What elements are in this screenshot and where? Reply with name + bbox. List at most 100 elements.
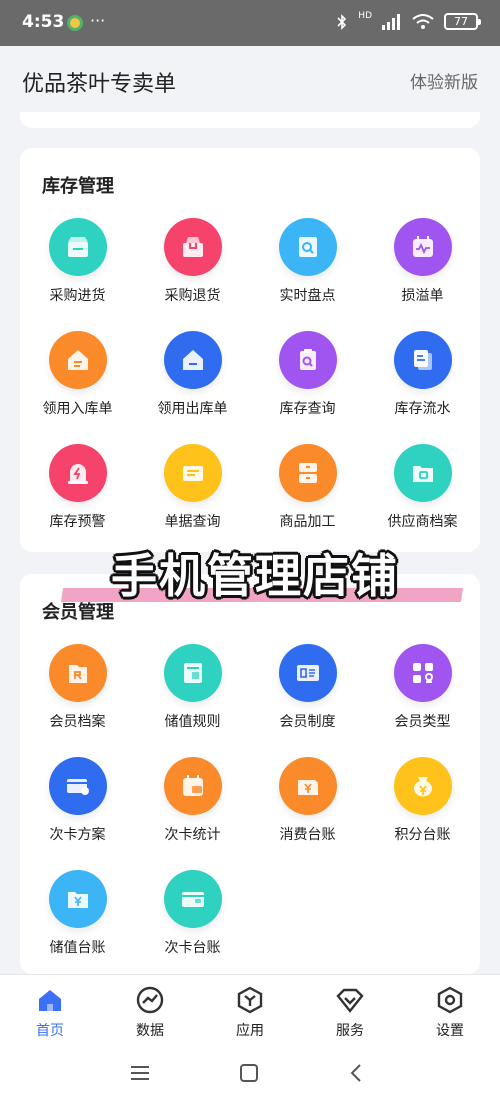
- calendar-card-icon: [163, 757, 222, 815]
- clipboard-search-icon: [278, 331, 337, 389]
- inventory-item-label: 采购进货: [49, 288, 106, 304]
- house-in-icon: [48, 331, 107, 389]
- settings-icon: [437, 986, 463, 1014]
- member-item-tile[interactable]: 会员类型: [365, 644, 480, 757]
- member-item-label: 次卡台账: [164, 940, 221, 956]
- inventory-item-label: 实时盘点: [279, 288, 336, 304]
- menu-icon[interactable]: [128, 1062, 152, 1084]
- calendar-wave-icon: [393, 218, 452, 276]
- inventory-item-label: 领用出库单: [157, 401, 228, 417]
- tab-label: 首页: [36, 1023, 64, 1039]
- member-item-tile[interactable]: 积分台账: [365, 757, 480, 870]
- folder-yen-icon: [48, 870, 107, 928]
- promo-banner: 手机管理店铺: [40, 540, 470, 610]
- member-item-label: 会员档案: [49, 714, 106, 730]
- inventory-item-tile[interactable]: 领用入库单: [20, 331, 135, 444]
- inventory-title: 库存管理: [42, 176, 114, 197]
- alarm-icon: [48, 444, 107, 502]
- inventory-item-label: 库存预警: [49, 514, 106, 530]
- member-item-label: 会员制度: [279, 714, 336, 730]
- inventory-item-label: 损溢单: [401, 288, 444, 304]
- apps-icon: [237, 986, 263, 1014]
- bottom-tab-bar: 首页 数据 应用 服务 设置: [0, 974, 500, 1048]
- card-icon: [48, 757, 107, 815]
- house-out-icon: [163, 331, 222, 389]
- inspect-box-icon: [278, 218, 337, 276]
- service-icon: [336, 988, 364, 1013]
- box-in-icon: [48, 218, 107, 276]
- inventory-item-label: 库存流水: [394, 401, 451, 417]
- home-icon: [39, 990, 61, 1011]
- grid-user-icon: [393, 644, 452, 702]
- more-notifications: ···: [90, 11, 106, 30]
- page-title: 优品茶叶专卖单: [22, 72, 177, 97]
- inventory-item-label: 采购退货: [164, 288, 221, 304]
- inventory-grid: 采购进货 采购退货 实时盘点 损溢单领用入库单 领用出库单 库存查询 库存流水库存预警 单据查…: [20, 218, 480, 557]
- inventory-item-label: 库存查询: [279, 401, 336, 417]
- tab-label: 应用: [236, 1023, 264, 1039]
- wallet-yen-icon: [278, 757, 337, 815]
- inventory-item-label: 商品加工: [279, 514, 336, 530]
- back-icon[interactable]: [345, 1062, 369, 1084]
- member-item-label: 储值台账: [49, 940, 106, 956]
- app-header: 优品茶叶专卖单 体验新版: [0, 46, 500, 116]
- chart-icon: [136, 986, 164, 1014]
- id-card-icon: [278, 644, 337, 702]
- tab-settings[interactable]: 设置: [400, 975, 500, 1048]
- member-item-tile[interactable]: 次卡统计: [135, 757, 250, 870]
- inventory-item-label: 供应商档案: [387, 514, 458, 530]
- member-item-label: 会员类型: [394, 714, 451, 730]
- member-item-tile[interactable]: 次卡台账: [135, 870, 250, 983]
- system-nav-bar: [0, 1048, 500, 1097]
- member-item-label: 次卡统计: [164, 827, 221, 843]
- inventory-item-tile[interactable]: 损溢单: [365, 218, 480, 331]
- member-item-tile[interactable]: 会员制度: [250, 644, 365, 757]
- tab-chart[interactable]: 数据: [100, 975, 200, 1048]
- tab-label: 设置: [436, 1023, 464, 1039]
- member-item-label: 消费台账: [279, 827, 336, 843]
- member-item-tile[interactable]: 会员档案: [20, 644, 135, 757]
- coin-bag-icon: [393, 757, 452, 815]
- home-square-icon[interactable]: [237, 1062, 261, 1084]
- member-item-label: 次卡方案: [49, 827, 106, 843]
- member-item-tile[interactable]: 储值台账: [20, 870, 135, 983]
- inventory-item-tile[interactable]: 库存流水: [365, 331, 480, 444]
- ledger-icon: [163, 644, 222, 702]
- member-item-label: 储值规则: [164, 714, 221, 730]
- app-notification-icon: [67, 15, 83, 31]
- try-new-version-link[interactable]: 体验新版: [410, 68, 478, 93]
- document-stack-icon: [393, 331, 452, 389]
- tab-apps[interactable]: 应用: [200, 975, 300, 1048]
- inventory-item-label: 单据查询: [164, 514, 221, 530]
- battery-icon: 77: [444, 13, 481, 30]
- tab-label: 服务: [336, 1023, 364, 1039]
- inventory-item-tile[interactable]: 实时盘点: [250, 218, 365, 331]
- inventory-item-tile[interactable]: 采购进货: [20, 218, 135, 331]
- member-folder-icon: [48, 644, 107, 702]
- signal-icon: [382, 13, 400, 30]
- member-item-tile[interactable]: 储值规则: [135, 644, 250, 757]
- inventory-item-label: 领用入库单: [42, 401, 113, 417]
- status-bar: 4:53 ··· HD 77: [0, 0, 500, 46]
- tab-service[interactable]: 服务: [300, 975, 400, 1048]
- bluetooth-icon: [337, 13, 347, 30]
- stacked-boxes-icon: [278, 444, 337, 502]
- inventory-item-tile[interactable]: 库存查询: [250, 331, 365, 444]
- box-return-icon: [163, 218, 222, 276]
- tab-label: 数据: [136, 1023, 164, 1039]
- card-wallet-icon: [163, 870, 222, 928]
- inventory-item-tile[interactable]: 采购退货: [135, 218, 250, 331]
- member-item-tile[interactable]: 消费台账: [250, 757, 365, 870]
- status-time: 4:53: [22, 12, 65, 32]
- inventory-card: 库存管理 采购进货 采购退货 实时盘点 损溢单领用入库单 领用出库单 库存查询 库存流水库存…: [20, 148, 480, 552]
- previous-card-bottom: [20, 112, 480, 128]
- member-item-tile[interactable]: 次卡方案: [20, 757, 135, 870]
- wifi-icon: [412, 13, 434, 29]
- member-grid: 会员档案 储值规则 会员制度 会员类型次卡方案 次卡统计 消费台账 积分台账储值台账 次卡台账: [20, 644, 480, 983]
- status-right: HD 77: [336, 10, 481, 30]
- tab-home[interactable]: 首页: [0, 975, 100, 1048]
- inventory-item-tile[interactable]: 领用出库单: [135, 331, 250, 444]
- network-type: HD: [358, 10, 372, 21]
- banner-text: 手机管理店铺: [111, 549, 399, 603]
- ticket-icon: [163, 444, 222, 502]
